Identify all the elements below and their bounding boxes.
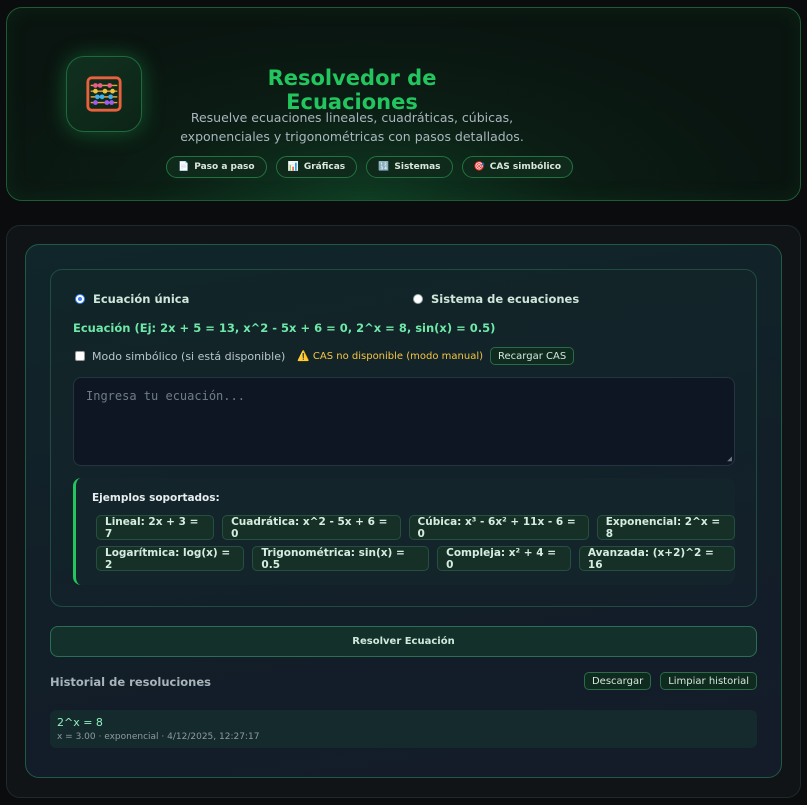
- resize-handle-icon[interactable]: ◢: [727, 454, 732, 463]
- equation-label: Ecuación (Ej: 2x + 5 = 13, x^2 - 5x + 6 …: [73, 321, 496, 335]
- logo: [66, 56, 142, 132]
- example-chip[interactable]: Logarítmica: log(x) = 2: [96, 546, 245, 571]
- examples-row-2: Logarítmica: log(x) = 2 Trigonométrica: …: [96, 546, 735, 571]
- download-button[interactable]: Descargar: [583, 672, 652, 690]
- pill-paso-a-paso: 📄 Paso a paso: [166, 156, 267, 178]
- history-meta: x = 3.00 · exponencial · 4/12/2025, 12:2…: [57, 732, 260, 742]
- mode-system-option[interactable]: Sistema de ecuaciones: [413, 292, 579, 306]
- history-equation: 2^x = 8: [57, 716, 103, 729]
- document-icon: 📄: [178, 162, 190, 172]
- example-chip[interactable]: Avanzada: (x+2)^2 = 16: [578, 546, 735, 571]
- mode-system-radio[interactable]: [413, 294, 423, 304]
- target-icon: 🎯: [473, 162, 485, 172]
- app-header: Resolvedor de Ecuaciones Resuelve ecuaci…: [6, 7, 801, 201]
- feature-pills: 📄 Paso a paso 📊 Gráficas 🔢 Sistemas 🎯 CA…: [166, 156, 574, 178]
- pill-sistemas: 🔢 Sistemas: [366, 156, 453, 178]
- pill-graficas: 📊 Gráficas: [275, 156, 358, 178]
- example-chip[interactable]: Exponencial: 2^x = 8: [596, 515, 735, 540]
- example-chip[interactable]: Cúbica: x³ - 6x² + 11x - 6 = 0: [408, 515, 589, 540]
- example-chip[interactable]: Trigonométrica: sin(x) = 0.5: [252, 546, 430, 571]
- history-actions: Descargar Limpiar historial: [583, 672, 757, 690]
- example-chip[interactable]: Compleja: x² + 4 = 0: [437, 546, 571, 571]
- clear-history-button[interactable]: Limpiar historial: [660, 672, 757, 690]
- page-subtitle: Resuelve ecuaciones lineales, cuadrática…: [180, 110, 524, 144]
- abacus-icon: [86, 76, 122, 112]
- examples-title: Ejemplos soportados:: [92, 492, 220, 504]
- main-panel: Ecuación única Sistema de ecuaciones Ecu…: [6, 225, 801, 798]
- examples-box: Ejemplos soportados: Lineal: 2x + 3 = 7 …: [73, 478, 735, 585]
- numbers-icon: 🔢: [378, 162, 390, 172]
- solver-card: Ecuación única Sistema de ecuaciones Ecu…: [25, 244, 782, 778]
- symbolic-mode-checkbox[interactable]: [75, 351, 85, 361]
- history-item[interactable]: 2^x = 8 x = 3.00 · exponencial · 4/12/20…: [50, 710, 757, 748]
- mode-single-radio[interactable]: [75, 294, 85, 304]
- equation-input[interactable]: Ingresa tu ecuación... ◢: [73, 377, 735, 466]
- pill-cas-simbolico: 🎯 CAS simbólico: [461, 156, 574, 178]
- examples-row-1: Lineal: 2x + 3 = 7 Cuadrática: x^2 - 5x …: [96, 515, 735, 540]
- history-title: Historial de resoluciones: [50, 675, 211, 689]
- chart-icon: 📊: [287, 162, 299, 172]
- symbolic-mode-label: Modo simbólico (si está disponible): [92, 349, 286, 363]
- symbolic-mode-row: Modo simbólico (si está disponible) ⚠️ C…: [75, 347, 575, 365]
- equation-input-placeholder: Ingresa tu ecuación...: [86, 389, 245, 403]
- example-chip[interactable]: Lineal: 2x + 3 = 7: [96, 515, 215, 540]
- mode-single-option[interactable]: Ecuación única: [75, 292, 189, 306]
- example-chip[interactable]: Cuadrática: x^2 - 5x + 6 = 0: [222, 515, 401, 540]
- equation-form: Ecuación única Sistema de ecuaciones Ecu…: [50, 269, 757, 607]
- solve-button[interactable]: Resolver Ecuación: [50, 626, 757, 657]
- cas-warning: ⚠️ CAS no disponible (modo manual): [297, 350, 484, 362]
- page-title: Resolvedor de Ecuaciones: [267, 66, 437, 114]
- reload-cas-button[interactable]: Recargar CAS: [490, 347, 575, 365]
